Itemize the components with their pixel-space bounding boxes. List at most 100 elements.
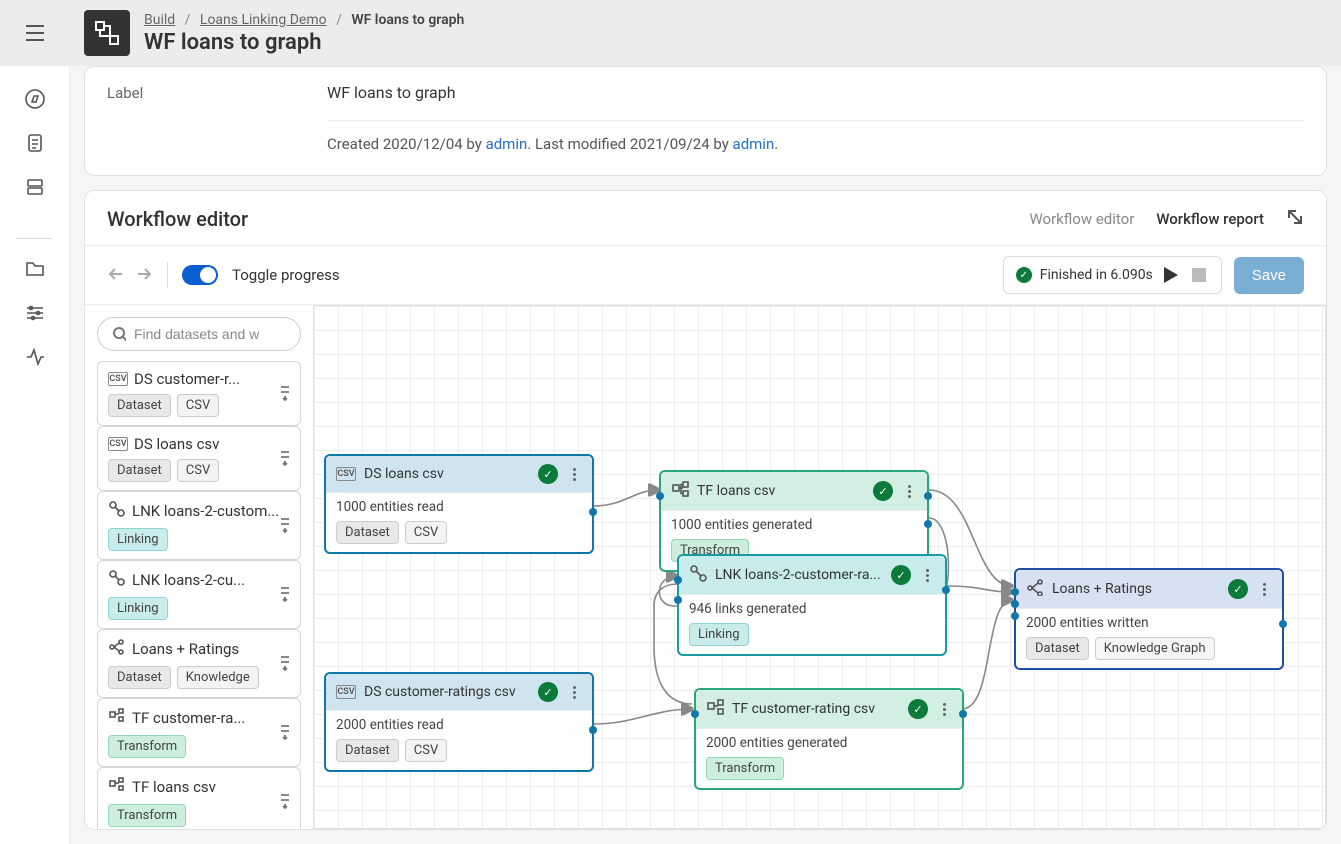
hamburger-button[interactable] [0,0,70,66]
drag-handle-icon[interactable] [278,791,292,813]
breadcrumb-current: WF loans to graph [351,12,464,28]
tag: CSV [177,394,219,417]
node-loans-ratings[interactable]: Loans + Ratings✓ 2000 entities writtenDa… [1014,568,1284,670]
palette-item-title: DS loans csv [134,435,219,453]
palette-item-title: LNK loans-2-custom... [132,502,279,520]
dataset-palette: CSV DS customer-r... Dataset CSV CSV DS loa… [85,305,313,829]
tag: CSV [405,521,447,544]
redo-button[interactable] [135,266,153,284]
workflow-title: Workflow editor [107,207,248,231]
palette-item-title: Loans + Ratings [132,640,239,658]
link-icon [108,569,126,591]
status-check-icon: ✓ [1016,267,1032,283]
node-lnk[interactable]: LNK loans-2-customer-ra...✓ 946 links ge… [677,554,947,656]
search-box[interactable] [97,317,301,351]
csv-icon: CSV [336,467,356,481]
save-button[interactable]: Save [1234,257,1304,294]
hamburger-icon [24,22,46,44]
toggle-progress-label: Toggle progress [232,266,340,284]
breadcrumb-project[interactable]: Loans Linking Demo [200,12,327,28]
drag-handle-icon[interactable] [278,448,292,470]
palette-item[interactable]: CSVDS loans csv DatasetCSV [97,426,301,491]
tag: Dataset [336,521,399,544]
drag-handle-icon[interactable] [278,584,292,606]
node-ds-loans[interactable]: CSVDS loans csv✓ 1000 entities readDatas… [324,454,594,554]
node-menu-button[interactable] [936,703,952,716]
palette-item[interactable]: TF customer-ra... Transform [97,698,301,767]
link-icon [689,564,707,586]
nav-activity-icon[interactable] [24,345,46,371]
link-icon [108,500,126,522]
meta-timestamps: Created 2020/12/04 by admin. Last modifi… [327,120,1304,153]
workflow-panel: Workflow editor Workflow editor Workflow… [84,190,1327,830]
breadcrumb: Build / Loans Linking Demo / WF loans to… [144,12,464,28]
csv-icon: CSV [108,437,128,451]
workflow-canvas[interactable]: CSVDS loans csv✓ 1000 entities readDatas… [313,305,1326,829]
page-title: WF loans to graph [144,30,464,55]
transform-icon [706,698,724,720]
transform-icon [108,707,126,729]
nav-clipboard-icon[interactable] [24,132,46,158]
tab-workflow-report[interactable]: Workflow report [1156,210,1264,228]
node-menu-button[interactable] [919,569,935,582]
palette-item[interactable]: LNK loans-2-cu... Linking [97,560,301,629]
palette-item[interactable]: Loans + Ratings Dataset Knowledge [97,629,301,698]
undo-button[interactable] [107,266,125,284]
drag-handle-icon[interactable] [278,383,292,405]
nav-server-icon[interactable] [24,176,46,202]
transform-icon [108,776,126,798]
nav-settings-icon[interactable] [24,301,46,327]
drag-handle-icon[interactable] [278,653,292,675]
status-success-icon: ✓ [873,481,893,501]
tag: Transform [706,757,784,780]
left-sidebar [0,0,70,844]
node-menu-button[interactable] [566,686,582,699]
tag: Dataset [108,666,171,689]
metadata-panel: Label WF loans to graph Created 2020/12/… [84,66,1327,176]
palette-item-title: LNK loans-2-cu... [132,571,245,589]
csv-icon: CSV [108,372,128,386]
palette-item-title: TF customer-ra... [132,709,245,727]
status-success-icon: ✓ [891,565,911,585]
csv-icon: CSV [336,685,356,699]
tab-workflow-editor[interactable]: Workflow editor [1029,210,1134,228]
tag: Linking [108,597,168,620]
node-tf-customer[interactable]: TF customer-rating csv✓ 2000 entities ge… [694,688,964,790]
tag: Dataset [1026,637,1089,660]
graph-icon [108,638,126,660]
palette-item[interactable]: TF loans csv Transform [97,767,301,829]
expand-button[interactable] [1286,208,1304,230]
topbar: Build / Loans Linking Demo / WF loans to… [70,0,1341,66]
palette-item-title: DS customer-r... [134,370,240,388]
node-menu-button[interactable] [1256,583,1272,596]
meta-modified-user[interactable]: admin [733,135,775,153]
search-input[interactable] [134,326,286,342]
app-logo-icon [93,19,121,47]
node-ds-customer[interactable]: CSVDS customer-ratings csv✓ 2000 entitie… [324,672,594,772]
tag: Dataset [108,459,171,482]
status-success-icon: ✓ [1228,579,1248,599]
stop-button[interactable] [1189,265,1209,285]
tag: Dataset [336,739,399,762]
meta-created-user[interactable]: admin [486,135,528,153]
nav-folder-icon[interactable] [24,257,46,283]
tag: Knowledge Graph [1095,637,1215,660]
tag: Knowledge [177,666,259,689]
app-logo [84,10,130,56]
play-button[interactable] [1161,265,1181,285]
breadcrumb-root[interactable]: Build [144,12,175,28]
graph-icon [1026,578,1044,600]
sidebar-divider [17,238,53,239]
nav-compass-icon[interactable] [24,88,46,114]
transform-icon [671,480,689,502]
node-menu-button[interactable] [566,468,582,481]
toggle-progress[interactable] [182,265,218,285]
status-success-icon: ✓ [538,464,558,484]
node-menu-button[interactable] [901,485,917,498]
search-icon [112,326,126,342]
drag-handle-icon[interactable] [278,515,292,537]
palette-item[interactable]: LNK loans-2-custom... Linking [97,491,301,560]
tag: CSV [405,739,447,762]
palette-item[interactable]: CSVDS customer-r... DatasetCSV [97,361,301,426]
drag-handle-icon[interactable] [278,722,292,744]
